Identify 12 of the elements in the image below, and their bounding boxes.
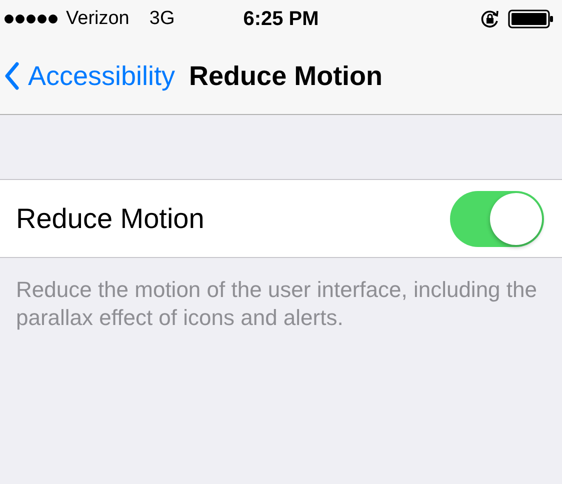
signal-icon	[4, 14, 60, 24]
footer-description: Reduce the motion of the user interface, including the parallax effect of icons and alerts.	[16, 276, 538, 332]
carrier-name: Verizon	[66, 8, 130, 30]
back-button[interactable]: Accessibility	[4, 60, 176, 92]
chevron-left-icon	[4, 62, 20, 90]
battery-icon	[508, 9, 554, 29]
clock-time: 6:25 PM	[243, 8, 319, 30]
page-title: Reduce Motion	[189, 60, 383, 92]
rotation-lock-icon	[480, 9, 500, 29]
setting-label: Reduce Motion	[16, 202, 204, 234]
network-type: 3G	[149, 8, 175, 30]
toggle-switch[interactable]	[450, 190, 544, 246]
